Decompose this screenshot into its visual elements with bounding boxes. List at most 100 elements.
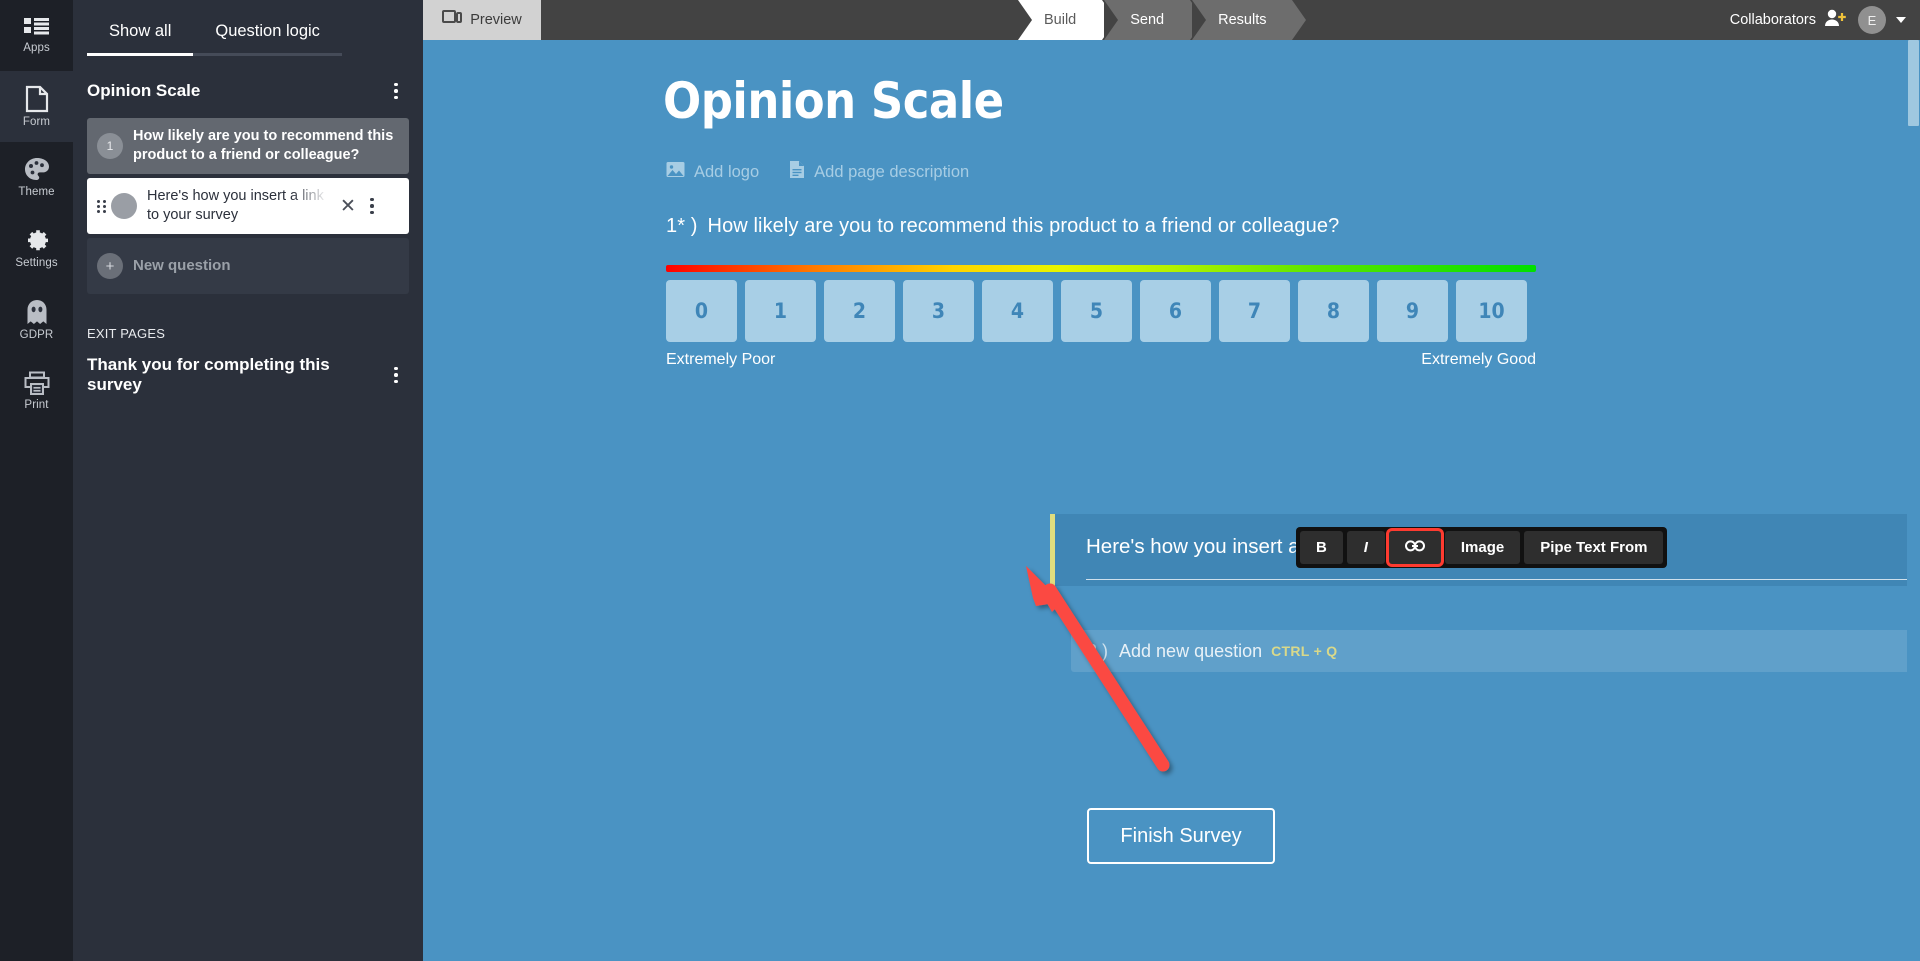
exit-pages-label: EXIT PAGES — [87, 326, 166, 341]
scale-label-left: Extremely Poor — [666, 351, 776, 368]
left-icon-rail: Apps Form Theme Settings GDPR Print — [0, 0, 73, 961]
user-avatar[interactable]: E — [1858, 6, 1886, 34]
add-question-shortcut: CTRL + Q — [1271, 643, 1338, 659]
section-more-options-icon[interactable] — [383, 78, 409, 104]
opinion-scale-gradient-bar — [666, 265, 1536, 272]
sidebar-question-list: 1 How likely are you to recommend this p… — [73, 104, 423, 294]
step-build[interactable]: Build — [1018, 0, 1117, 40]
scale-option-2[interactable]: 2 — [824, 280, 895, 342]
document-icon — [789, 160, 805, 184]
step-send[interactable]: Send — [1104, 0, 1204, 40]
bold-button[interactable]: B — [1300, 531, 1343, 564]
gear-icon — [24, 228, 50, 254]
add-page-description-label: Add page description — [814, 162, 970, 181]
rail-item-apps[interactable]: Apps — [0, 0, 73, 71]
scale-option-3[interactable]: 3 — [903, 280, 974, 342]
add-new-question-row[interactable]: 2 ) Add new question CTRL + Q — [1071, 630, 1920, 672]
question-1-heading[interactable]: 1* ) How likely are you to recommend this… — [666, 215, 1897, 238]
finish-survey-button[interactable]: Finish Survey — [1087, 808, 1275, 864]
preview-button[interactable]: Preview — [423, 0, 541, 40]
scale-option-0[interactable]: 0 — [666, 280, 737, 342]
image-button[interactable]: Image — [1444, 531, 1521, 564]
sidebar-tabs: Show all Question logic — [73, 0, 423, 56]
sidebar-question-item-1[interactable]: 1 How likely are you to recommend this p… — [87, 118, 409, 174]
link-button[interactable] — [1388, 531, 1441, 564]
scale-option-6[interactable]: 6 — [1140, 280, 1211, 342]
image-icon — [666, 161, 685, 183]
rail-label-print: Print — [24, 398, 49, 411]
question-item-label: Here's how you insert a link to your sur… — [147, 187, 337, 224]
build-steps: Build Send Results — [1018, 0, 1307, 40]
add-question-label: Add new question — [1119, 640, 1263, 661]
question-type-badge — [111, 193, 137, 219]
scale-end-labels: Extremely Poor Extremely Good — [666, 351, 1536, 369]
form-canvas: Opinion Scale Add logo Add page descript… — [423, 40, 1920, 961]
preview-label: Preview — [470, 12, 522, 28]
scale-option-1[interactable]: 1 — [745, 280, 816, 342]
tab-show-all[interactable]: Show all — [87, 14, 194, 56]
rail-label-form: Form — [22, 116, 51, 128]
italic-button[interactable]: I — [1346, 531, 1385, 564]
plus-icon: + — [97, 253, 123, 279]
main-pane: Preview Build Send Results Collaborators… — [423, 0, 1920, 961]
page-meta-actions: Add logo Add page description — [666, 160, 969, 184]
scale-option-10[interactable]: 10 — [1456, 280, 1527, 342]
question-1-text: How likely are you to recommend this pro… — [707, 215, 1340, 237]
scale-label-right: Extremely Good — [1421, 351, 1536, 368]
rail-item-print[interactable]: Print — [0, 355, 73, 426]
step-results[interactable]: Results — [1192, 0, 1307, 40]
ghost-icon — [25, 299, 49, 326]
question-item-label: How likely are you to recommend this pro… — [133, 128, 394, 163]
rail-label-apps: Apps — [23, 42, 50, 54]
apps-grid-icon — [23, 17, 50, 39]
page-title[interactable]: Opinion Scale — [663, 72, 1004, 130]
text-format-toolbar: B I Image Pipe Text From — [1296, 527, 1668, 568]
remove-question-icon[interactable]: ✕ — [337, 197, 359, 216]
rail-item-settings[interactable]: Settings — [0, 213, 73, 284]
add-page-description-button[interactable]: Add page description — [789, 160, 969, 184]
top-toolbar: Preview Build Send Results Collaborators… — [423, 0, 1920, 40]
question-more-options-icon[interactable] — [359, 193, 385, 219]
printer-icon — [24, 371, 50, 396]
rail-label-theme: Theme — [18, 186, 55, 198]
question-number-badge: 1 — [97, 133, 123, 159]
scale-option-5[interactable]: 5 — [1061, 280, 1132, 342]
add-logo-button[interactable]: Add logo — [666, 161, 759, 183]
text-fade-overlay — [291, 187, 337, 208]
question-1-block: 1* ) How likely are you to recommend this… — [666, 215, 1897, 369]
rail-item-theme[interactable]: Theme — [0, 142, 73, 213]
exit-page-more-options-icon[interactable] — [383, 362, 409, 388]
new-question-label: New question — [133, 257, 231, 275]
sidebar-new-question-item[interactable]: + New question — [87, 238, 409, 294]
drag-handle-icon[interactable] — [97, 198, 107, 214]
add-logo-label: Add logo — [694, 162, 760, 181]
rail-label-settings: Settings — [15, 257, 58, 269]
exit-page-row[interactable]: Thank you for completing this survey — [73, 341, 423, 395]
scale-option-8[interactable]: 8 — [1298, 280, 1369, 342]
collaborators-button[interactable]: Collaborators — [1730, 9, 1848, 31]
sidebar-section-title: Opinion Scale — [87, 81, 201, 100]
question-sidebar: Show all Question logic Opinion Scale 1 … — [73, 0, 423, 961]
add-person-icon — [1824, 9, 1848, 31]
scrollbar-thumb[interactable] — [1908, 40, 1919, 126]
pipe-text-from-button[interactable]: Pipe Text From — [1524, 531, 1664, 564]
scale-option-7[interactable]: 7 — [1219, 280, 1290, 342]
rail-label-gdpr: GDPR — [19, 328, 54, 341]
question-2-input-underline — [1086, 579, 1920, 580]
scale-option-9[interactable]: 9 — [1377, 280, 1448, 342]
scale-option-4[interactable]: 4 — [982, 280, 1053, 342]
add-question-number: 2 ) — [1087, 640, 1109, 661]
document-icon — [25, 85, 49, 113]
rail-item-form[interactable]: Form — [0, 71, 73, 142]
sidebar-question-item-2[interactable]: Here's how you insert a link to your sur… — [87, 178, 409, 234]
application-window: Apps Form Theme Settings GDPR Print Show… — [0, 0, 1920, 961]
tab-question-logic[interactable]: Question logic — [193, 14, 342, 56]
palette-icon — [24, 157, 50, 183]
exit-page-title: Thank you for completing this survey — [87, 355, 330, 394]
sidebar-section-header: Opinion Scale — [73, 56, 423, 104]
rail-item-gdpr[interactable]: GDPR — [0, 284, 73, 355]
vertical-scrollbar[interactable] — [1907, 40, 1920, 961]
collaborators-label: Collaborators — [1729, 12, 1816, 28]
chevron-down-icon[interactable] — [1896, 17, 1906, 23]
opinion-scale-options: 0 1 2 3 4 5 6 7 8 9 10 — [666, 280, 1897, 342]
